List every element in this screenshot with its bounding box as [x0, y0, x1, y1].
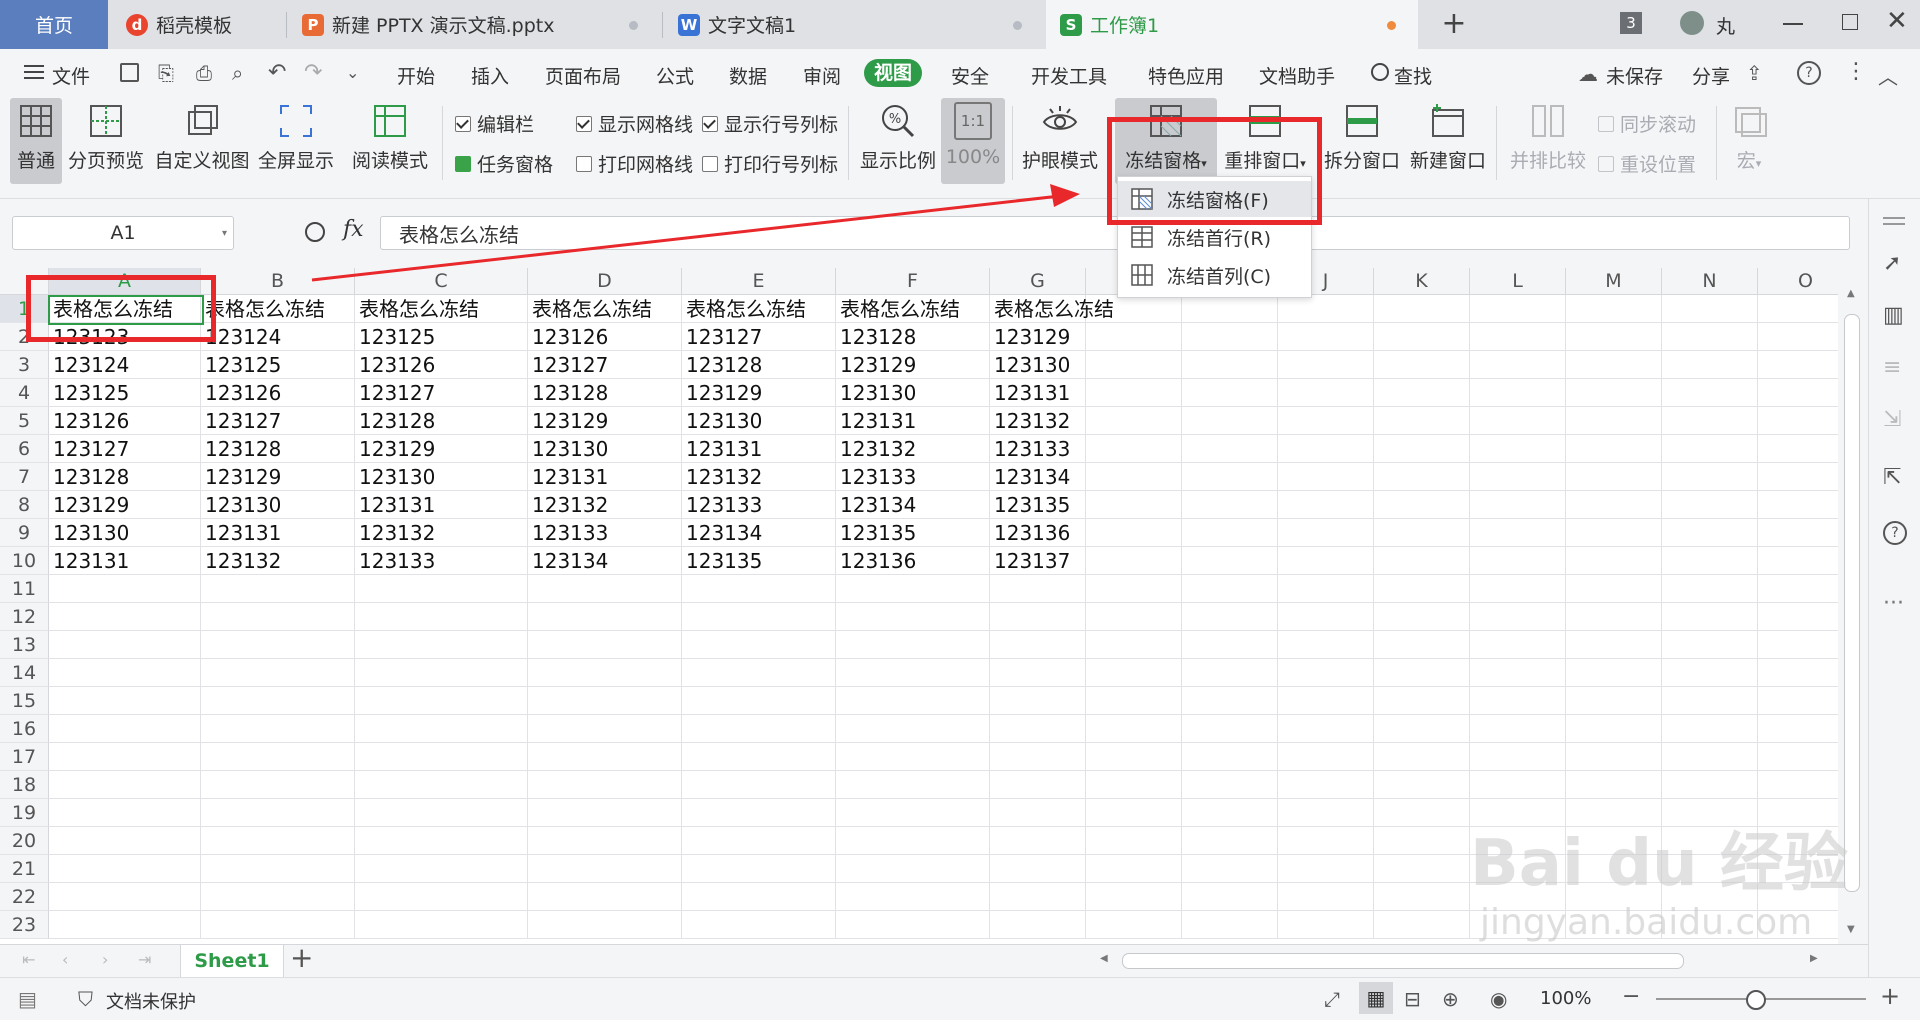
watermark-url: jingyan.baidu.com — [1480, 902, 1813, 943]
watermark-logo: Bai du 经验 — [1470, 827, 1848, 901]
